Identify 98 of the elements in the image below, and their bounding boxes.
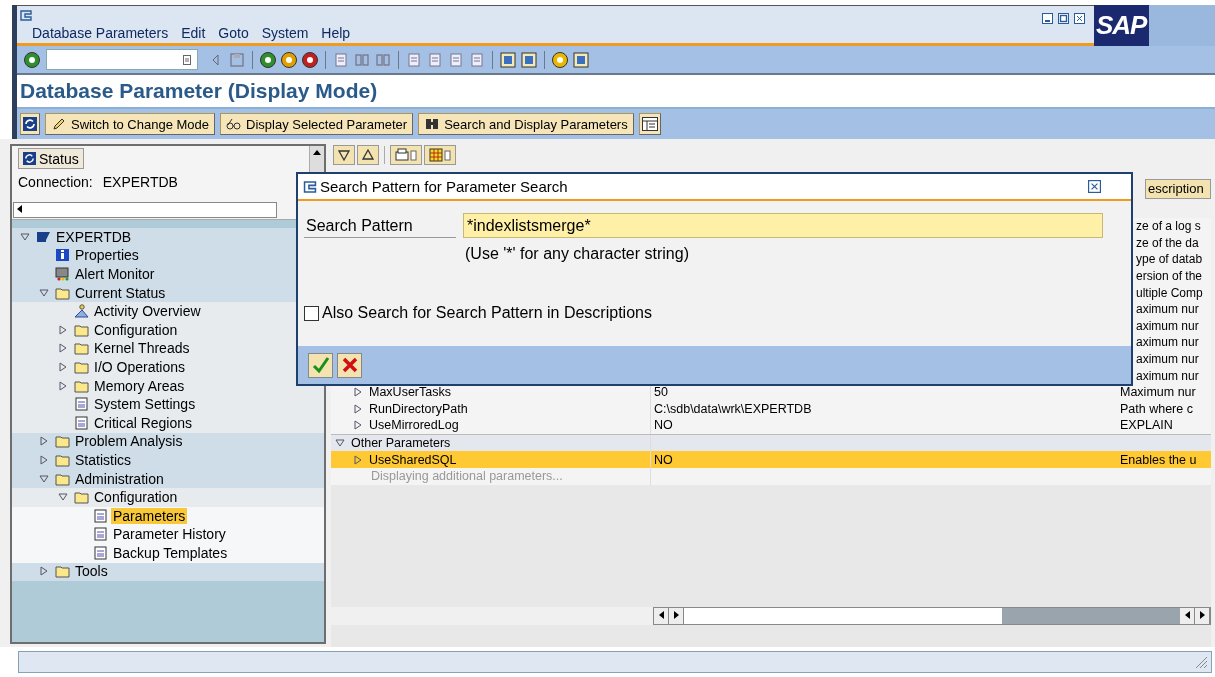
triangle-down-icon xyxy=(337,148,351,162)
table-cell: aximum nur xyxy=(1136,302,1199,317)
system-menu-icon[interactable] xyxy=(20,10,32,21)
refresh-button[interactable] xyxy=(20,113,40,135)
dialog-title: Search Pattern for Parameter Search xyxy=(320,178,569,195)
collapse-icon[interactable] xyxy=(20,231,30,242)
toolbar-button[interactable]: Switch to Change Mode xyxy=(45,113,216,135)
refresh-icon xyxy=(23,152,36,165)
menu-item[interactable]: Help xyxy=(321,25,351,41)
checkbox[interactable] xyxy=(304,305,319,321)
tree-item[interactable]: Parameters xyxy=(111,507,188,524)
table-cell: aximum nur xyxy=(1136,368,1199,383)
collapse-icon[interactable] xyxy=(39,473,49,484)
status-button[interactable]: Status xyxy=(18,148,84,169)
table-cell: ze of the da xyxy=(1136,235,1199,250)
expand-icon[interactable] xyxy=(58,343,68,354)
command-field[interactable] xyxy=(46,49,198,70)
back-icon[interactable] xyxy=(259,50,277,69)
binoculars-icon xyxy=(424,117,441,131)
minimize-icon[interactable] xyxy=(1042,13,1053,24)
document-icon xyxy=(74,397,89,412)
expand-icon[interactable] xyxy=(353,387,363,398)
collapse-all-button[interactable] xyxy=(357,145,379,165)
person-icon xyxy=(74,304,89,319)
pencil-icon xyxy=(51,117,67,131)
table-cell: ype of datab xyxy=(1136,252,1203,267)
table-cell: 50 xyxy=(654,385,668,400)
layout-button[interactable] xyxy=(638,113,661,135)
toolbar-button[interactable]: Display Selected Parameter xyxy=(220,113,414,135)
collapse-icon[interactable] xyxy=(39,287,49,298)
connection-value: EXPERTDB xyxy=(102,174,178,190)
expand-icon[interactable] xyxy=(353,403,363,414)
expand-icon[interactable] xyxy=(39,436,49,447)
enter-icon[interactable] xyxy=(23,50,41,69)
toolbar-button[interactable]: Search and Display Parameters xyxy=(418,113,634,135)
dropdown-icon[interactable] xyxy=(183,54,191,65)
expand-icon[interactable] xyxy=(39,454,49,465)
table-cell: Enables the u xyxy=(1120,452,1197,467)
table-cell: UseSharedSQL xyxy=(369,452,457,467)
cancel-button[interactable] xyxy=(337,352,362,378)
menu-item[interactable]: Goto xyxy=(218,25,249,41)
table-cell: NO xyxy=(654,452,673,467)
tree-item[interactable]: Properties xyxy=(73,247,141,264)
table-cell: aximum nur xyxy=(1136,318,1199,333)
table-cell: aximum nur xyxy=(1136,335,1199,350)
exit-icon[interactable] xyxy=(280,50,298,69)
table-cell: NO xyxy=(654,418,673,433)
info-icon xyxy=(55,248,70,263)
expand-icon[interactable] xyxy=(39,566,49,577)
document-icon xyxy=(74,415,89,430)
system-menu-icon[interactable] xyxy=(303,180,317,193)
monitor-icon xyxy=(55,267,70,281)
table-view-button[interactable] xyxy=(424,145,456,165)
expand-icon[interactable] xyxy=(58,380,68,391)
close-icon[interactable] xyxy=(1088,180,1101,193)
confirm-button[interactable] xyxy=(308,352,333,378)
expand-icon[interactable] xyxy=(58,361,68,372)
checkbox-label[interactable]: Also Search for Search Pattern in Descriptions xyxy=(322,304,652,322)
horizontal-scrollbar[interactable] xyxy=(13,202,277,218)
menu-item[interactable]: System xyxy=(261,25,309,41)
glasses-icon xyxy=(226,117,243,131)
table-cell: ultiple Comp xyxy=(1136,285,1203,300)
table-cell: Other Parameters xyxy=(351,436,451,450)
table-cell: MaxUserTasks xyxy=(369,385,451,400)
print-button[interactable] xyxy=(390,145,422,165)
table-cell: Path where c xyxy=(1120,401,1193,416)
menu-item[interactable]: Database Parameters xyxy=(32,25,169,41)
table-cell: aximum nur xyxy=(1136,352,1199,367)
field-label: Search Pattern xyxy=(304,213,456,238)
tree-item[interactable]: Tools xyxy=(73,563,110,580)
table-cell: Displaying additional parameters... xyxy=(371,469,563,484)
triangle-up-icon xyxy=(361,148,375,162)
table-cell: ersion of the xyxy=(1136,269,1203,284)
table-cell: Maximum nur xyxy=(1120,385,1196,400)
expand-icon[interactable] xyxy=(58,324,68,335)
hint-text: (Use '*' for any character string) xyxy=(465,245,690,263)
collapse-icon[interactable] xyxy=(58,492,68,503)
table-cell: UseMirroredLog xyxy=(369,418,459,433)
column-header[interactable]: escription xyxy=(1145,179,1211,199)
expand-all-button[interactable] xyxy=(333,145,355,165)
maximize-icon[interactable] xyxy=(1058,13,1069,24)
expand-icon[interactable] xyxy=(353,454,363,465)
logo: SAP xyxy=(1094,5,1215,46)
table-cell: RunDirectoryPath xyxy=(369,401,468,416)
help-icon[interactable] xyxy=(551,50,569,69)
horizontal-scrollbar[interactable] xyxy=(653,607,1211,625)
menu-item[interactable]: Edit xyxy=(181,25,206,41)
table-cell: ze of a log s xyxy=(1136,219,1201,234)
tree-item[interactable]: Statistics xyxy=(73,451,133,468)
connection-label: Connection: xyxy=(18,174,93,190)
expand-icon[interactable] xyxy=(353,420,363,431)
table-cell: EXPLAIN xyxy=(1120,418,1173,433)
table-cell: C:\sdb\data\wrk\EXPERTDB xyxy=(654,401,812,416)
close-icon[interactable] xyxy=(1074,13,1085,24)
cancel-icon[interactable] xyxy=(301,50,319,69)
collapse-icon[interactable] xyxy=(335,438,345,448)
search-pattern-field[interactable]: *indexlistsmerge* xyxy=(463,213,1103,238)
database-icon xyxy=(36,229,51,244)
